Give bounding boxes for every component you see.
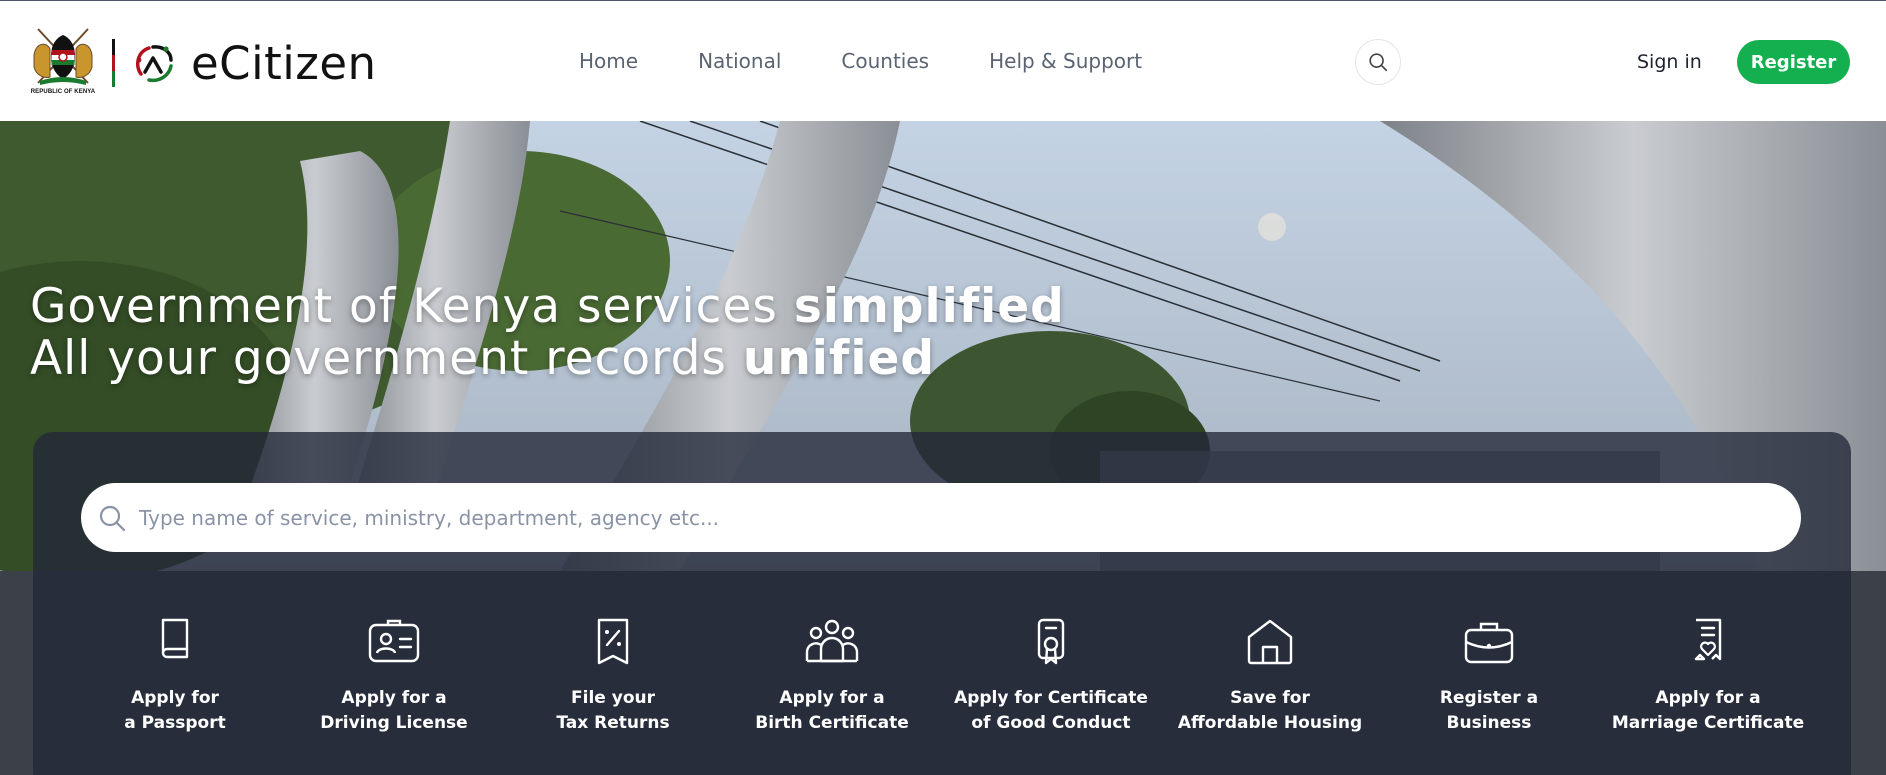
family-icon bbox=[805, 619, 859, 663]
marriage-certificate-icon bbox=[1694, 618, 1722, 661]
search-icon bbox=[1369, 53, 1388, 72]
service-search-input[interactable] bbox=[139, 505, 1739, 530]
hero-section: Government of Kenya services simplified … bbox=[0, 121, 1886, 775]
service-birth-certificate[interactable]: Apply for a Birth Certificate bbox=[727, 617, 937, 736]
kenya-coat-of-arms-logo: REPUBLIC OF KENYA bbox=[30, 25, 96, 101]
nav-help-support[interactable]: Help & Support bbox=[989, 49, 1142, 73]
brand-name: eCitizen bbox=[191, 36, 377, 90]
service-good-conduct[interactable]: Apply for Certificate of Good Conduct bbox=[946, 617, 1156, 736]
brand-divider bbox=[112, 39, 115, 87]
main-nav: Home National Counties Help & Support bbox=[579, 49, 1202, 73]
driving-license-icon bbox=[368, 619, 420, 663]
service-marriage-certificate[interactable]: Apply for a Marriage Certificate bbox=[1603, 617, 1813, 736]
service-driving-license[interactable]: Apply for a Driving License bbox=[289, 617, 499, 736]
ecitizen-logo-icon bbox=[131, 40, 177, 86]
service-register-business[interactable]: Register a Business bbox=[1384, 617, 1594, 736]
service-passport[interactable]: Apply for a Passport bbox=[70, 617, 280, 736]
sign-in-link[interactable]: Sign in bbox=[1637, 51, 1702, 73]
house-icon bbox=[1247, 619, 1293, 665]
site-header: REPUBLIC OF KENYA eCitizen Home National… bbox=[0, 0, 1886, 121]
service-search-bar[interactable] bbox=[81, 483, 1801, 552]
header-search-button[interactable] bbox=[1355, 39, 1401, 85]
brand[interactable]: REPUBLIC OF KENYA eCitizen bbox=[30, 25, 377, 101]
hero-headline: Government of Kenya services simplified … bbox=[30, 281, 1065, 385]
register-button[interactable]: Register bbox=[1737, 40, 1850, 84]
tax-receipt-icon bbox=[597, 618, 629, 665]
popular-services: Apply for a Passport Apply for a Driving… bbox=[33, 617, 1851, 737]
nav-counties[interactable]: Counties bbox=[841, 49, 929, 73]
coat-caption: REPUBLIC OF KENYA bbox=[30, 89, 96, 95]
passport-icon bbox=[161, 618, 189, 659]
nav-home[interactable]: Home bbox=[579, 49, 638, 73]
briefcase-icon bbox=[1464, 622, 1514, 664]
headline-line-2: All your government records unified bbox=[30, 331, 935, 386]
service-search-panel: Apply for a Passport Apply for a Driving… bbox=[33, 432, 1851, 775]
service-affordable-housing[interactable]: Save for Affordable Housing bbox=[1165, 617, 1375, 736]
certificate-badge-icon bbox=[1037, 618, 1065, 665]
headline-line-1: Government of Kenya services simplified bbox=[30, 279, 1065, 334]
search-icon bbox=[99, 505, 126, 531]
nav-national[interactable]: National bbox=[698, 49, 781, 73]
service-tax-returns[interactable]: File your Tax Returns bbox=[508, 617, 718, 736]
